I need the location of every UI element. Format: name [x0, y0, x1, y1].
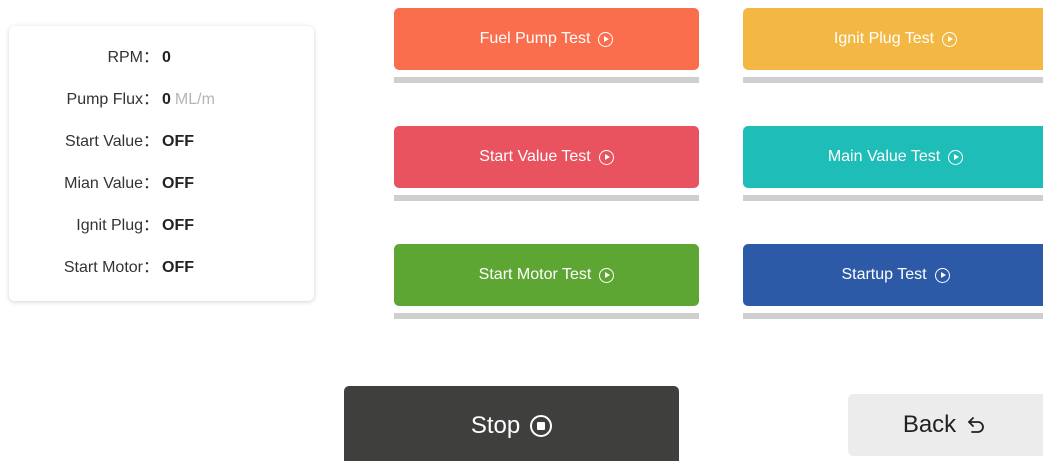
ignit-plug-test-button[interactable]: Ignit Plug Test [743, 8, 1043, 70]
status-row-start-motor: Start Motor： OFF [9, 256, 314, 280]
start-value-test-button[interactable]: Start Value Test [394, 126, 699, 188]
status-row-main-value: Mian Value： OFF [9, 172, 314, 196]
fuel-pump-progress-track [394, 77, 699, 83]
play-circle-icon [599, 267, 615, 283]
undo-arrow-icon [968, 417, 984, 433]
pump-flux-unit: ML/m [174, 91, 215, 108]
main-value-progress-track [743, 195, 1043, 201]
start-motor-test-label: Start Motor Test [478, 266, 592, 283]
pump-flux-value: 0 ML/m [162, 91, 215, 108]
status-row-pump-flux: Pump Flux： 0 ML/m [9, 88, 314, 112]
main-value-test-button[interactable]: Main Value Test [743, 126, 1043, 188]
play-circle-icon [598, 31, 614, 47]
back-button[interactable]: Back [848, 394, 1043, 456]
play-circle-icon [598, 149, 614, 165]
start-motor-test-button[interactable]: Start Motor Test [394, 244, 699, 306]
stop-button[interactable]: Stop [344, 386, 679, 461]
startup-test-label: Startup Test [841, 266, 927, 283]
stop-label: Stop [470, 412, 521, 439]
main-value-label: Mian Value： [64, 175, 159, 192]
fuel-pump-test-button[interactable]: Fuel Pump Test [394, 8, 699, 70]
start-motor-state: OFF [162, 259, 194, 276]
back-label: Back [902, 411, 957, 438]
play-circle-icon [948, 149, 964, 165]
start-value-label: Start Value： [65, 133, 159, 150]
ignit-plug-state: OFF [162, 217, 194, 234]
startup-test-button[interactable]: Startup Test [743, 244, 1043, 306]
start-value-test-label: Start Value Test [479, 148, 591, 165]
stop-circle-icon [530, 415, 553, 437]
status-panel: RPM： 0 Pump Flux： 0 ML/m Start Value： OFF… [9, 26, 314, 301]
start-value-state: OFF [162, 133, 194, 150]
status-row-ignit-plug: Ignit Plug： OFF [9, 214, 314, 238]
ignit-plug-test-label: Ignit Plug Test [833, 30, 935, 47]
status-row-rpm: RPM： 0 [9, 46, 314, 70]
play-circle-icon [942, 31, 958, 47]
startup-progress-track [743, 313, 1043, 319]
pump-flux-label: Pump Flux： [66, 91, 159, 108]
main-value-test-label: Main Value Test [827, 148, 941, 165]
ignit-plug-label: Ignit Plug： [76, 217, 159, 234]
rpm-value: 0 [162, 49, 171, 66]
start-value-progress-track [394, 195, 699, 201]
start-motor-label: Start Motor： [63, 259, 159, 276]
fuel-pump-test-label: Fuel Pump Test [479, 30, 591, 47]
ignit-plug-progress-track [743, 77, 1043, 83]
play-circle-icon [934, 267, 950, 283]
status-row-start-value: Start Value： OFF [9, 130, 314, 154]
engine-test-screen: RPM： 0 Pump Flux： 0 ML/m Start Value： OFF… [0, 0, 1043, 461]
main-value-state: OFF [162, 175, 194, 192]
start-motor-progress-track [394, 313, 699, 319]
rpm-label: RPM： [107, 49, 159, 66]
